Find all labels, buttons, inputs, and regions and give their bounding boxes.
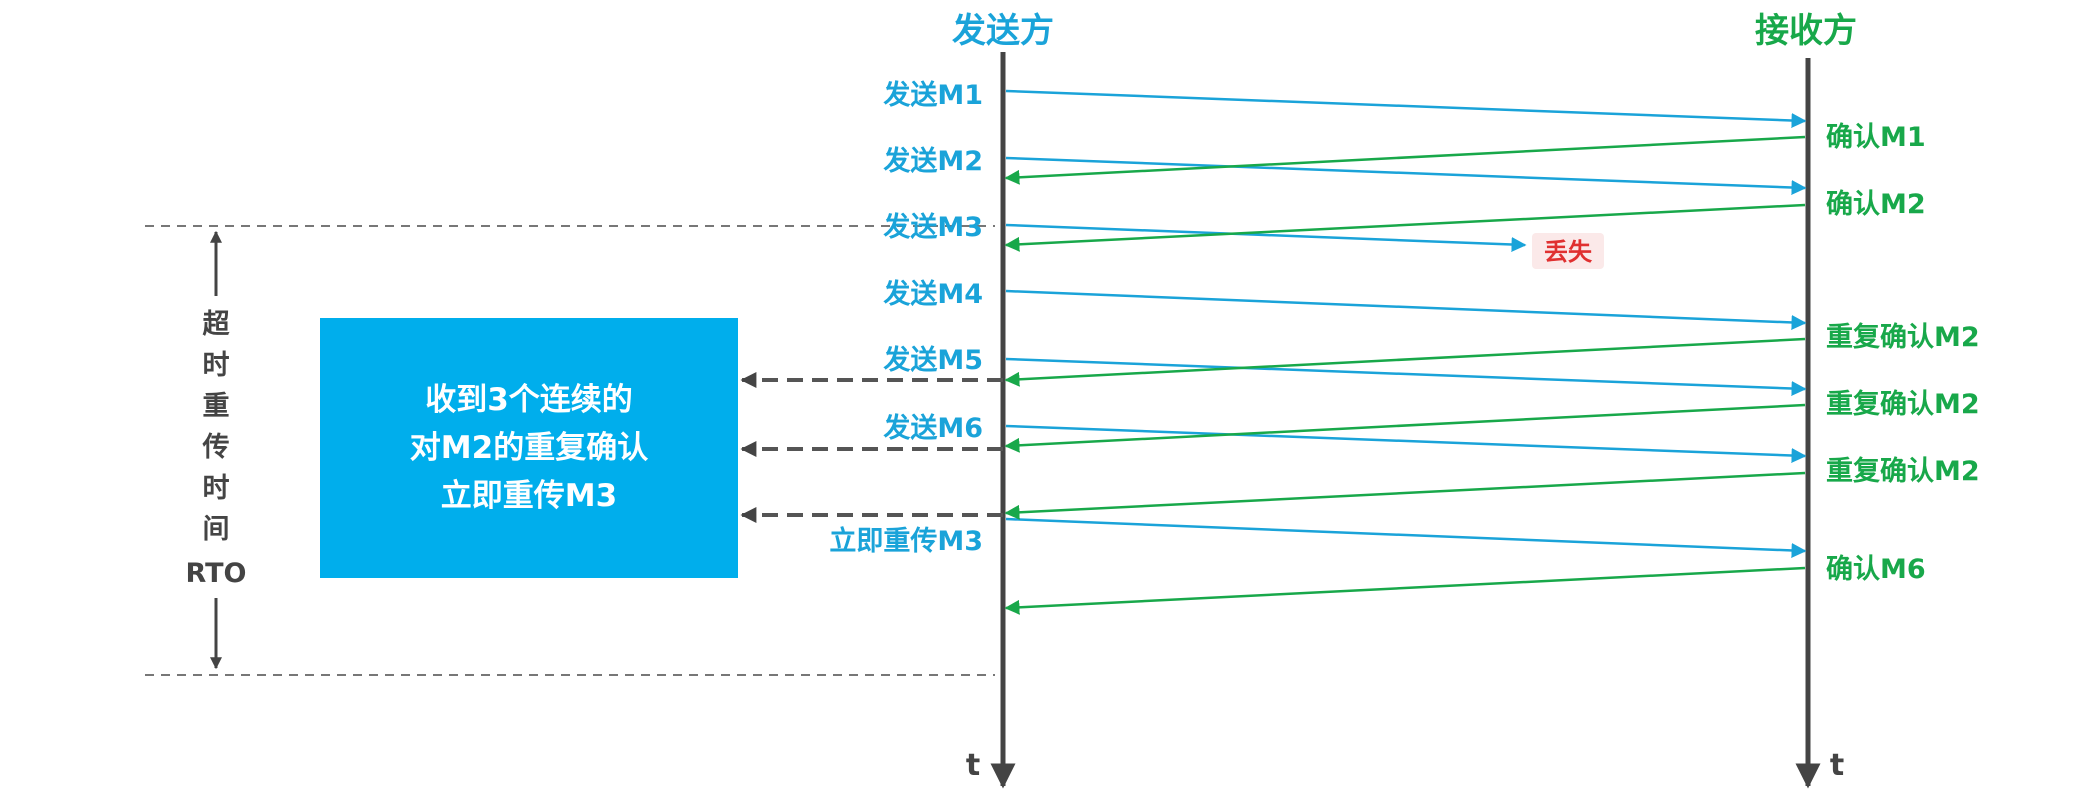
- send-arrow-m4: [1005, 289, 1807, 330]
- send-label-retransmit-m3: 立即重传M3: [829, 525, 983, 557]
- send-label-m4: 发送M4: [882, 278, 983, 310]
- send-labels: 发送M1 发送M2 发送M3 发送M4 发送M5 发送M6 立即重传M3: [829, 79, 983, 557]
- box-line-3: 立即重传M3: [440, 478, 618, 514]
- rto-char-5: 时: [203, 473, 230, 504]
- receiver-time-label: t: [1830, 748, 1844, 783]
- send-label-m6: 发送M6: [882, 412, 983, 444]
- rto-char-3: 重: [203, 391, 230, 422]
- ack-arrows: [1004, 135, 1806, 615]
- fast-retransmit-note-box: 收到3个连续的 对M2的重复确认 立即重传M3: [320, 318, 738, 578]
- ack-label-m1: 确认M1: [1826, 121, 1926, 153]
- ack-label-m6: 确认M6: [1826, 553, 1926, 585]
- rto-char-1: 超: [203, 309, 231, 340]
- rto-char-6: 间: [203, 514, 230, 545]
- receiver-header: 接收方: [1755, 11, 1857, 51]
- box-line-1: 收到3个连续的: [425, 382, 633, 418]
- send-label-m3: 发送M3: [882, 211, 983, 243]
- rto-char-7: RTO: [186, 558, 247, 589]
- rto-char-4: 传: [202, 432, 230, 463]
- send-label-m1: 发送M1: [882, 79, 983, 111]
- ack-labels: 确认M1 确认M2 重复确认M2 重复确认M2 重复确认M2 确认M6: [1826, 121, 1980, 585]
- sender-time-label: t: [966, 748, 980, 783]
- ack-arrow-m2: [1004, 203, 1806, 252]
- send-label-m2: 发送M2: [882, 145, 983, 177]
- fast-retransmit-diagram: 发送方 接收方 t t 超 时 重 传 时 间 RTO 发送M1 发送M2 发送…: [145, 11, 1980, 789]
- sender-header: 发送方: [952, 11, 1054, 51]
- ack-arrow-dup-3: [1004, 471, 1806, 520]
- ack-arrow-m6: [1004, 566, 1806, 615]
- ack-label-dup-2: 重复确认M2: [1826, 388, 1980, 420]
- ack-label-dup-3: 重复确认M2: [1826, 455, 1980, 487]
- send-arrow-m1: [1005, 89, 1807, 128]
- send-label-m5: 发送M5: [882, 344, 983, 376]
- lost-label: 丢失: [1544, 238, 1593, 266]
- ack-label-m2: 确认M2: [1826, 188, 1926, 220]
- send-arrow-m3-retransmit: [1005, 517, 1807, 558]
- ack-label-dup-1: 重复确认M2: [1826, 321, 1980, 353]
- box-line-2: 对M2的重复确认: [409, 430, 649, 466]
- rto-label: 超 时 重 传 时 间 RTO: [186, 309, 247, 589]
- send-arrows: [1005, 89, 1807, 558]
- rto-char-2: 时: [203, 350, 230, 381]
